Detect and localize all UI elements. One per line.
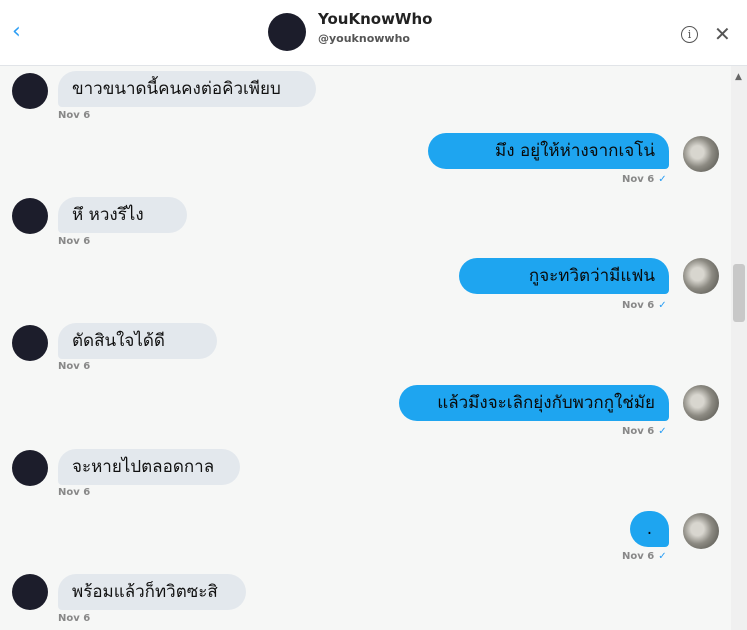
message-timestamp: Nov 6 ✓ <box>622 551 667 562</box>
received-message[interactable]: จะหายไปตลอดกาล <box>58 449 240 485</box>
sent-check-icon: ✓ <box>658 174 667 185</box>
message-timestamp: Nov 6 ✓ <box>622 300 667 311</box>
avatar[interactable] <box>12 198 48 234</box>
received-message[interactable]: ตัดสินใจได้ดี <box>58 323 217 359</box>
message-timestamp: Nov 6 <box>58 236 91 247</box>
avatar[interactable] <box>683 136 719 172</box>
avatar[interactable] <box>12 574 48 610</box>
message-timestamp: Nov 6 <box>58 110 91 121</box>
received-message[interactable]: ขาวขนาดนี้คนคงต่อคิวเพียบ <box>58 71 316 107</box>
scroll-thumb[interactable] <box>733 264 745 322</box>
chevron-left-icon[interactable]: ‹ <box>12 20 32 44</box>
contact-name[interactable]: YouKnowWho <box>318 10 432 28</box>
message-timestamp: Nov 6 ✓ <box>622 174 667 185</box>
message-timestamp: Nov 6 ✓ <box>622 426 667 437</box>
received-message[interactable]: พร้อมแล้วก็ทวิตซะสิ <box>58 574 246 610</box>
contact-handle: @youknowwho <box>318 32 410 45</box>
avatar[interactable] <box>12 325 48 361</box>
sent-check-icon: ✓ <box>658 551 667 562</box>
scrollbar[interactable]: ▲ <box>731 66 747 630</box>
avatar[interactable] <box>12 73 48 109</box>
received-message[interactable]: หึ หวงรึไง <box>58 197 187 233</box>
message-timestamp: Nov 6 <box>58 613 91 624</box>
sent-check-icon: ✓ <box>658 426 667 437</box>
info-icon[interactable]: i <box>681 26 698 43</box>
scroll-up-arrow-icon[interactable]: ▲ <box>735 72 742 82</box>
message-timestamp: Nov 6 <box>58 487 91 498</box>
sent-message[interactable]: . <box>630 511 669 547</box>
avatar[interactable] <box>683 385 719 421</box>
avatar[interactable] <box>683 258 719 294</box>
avatar[interactable] <box>683 513 719 549</box>
conversation-header: ‹ YouKnowWho @youknowwho i ✕ <box>0 0 747 66</box>
avatar[interactable] <box>268 13 306 51</box>
close-icon[interactable]: ✕ <box>714 22 731 46</box>
sent-message[interactable]: มึง อยู่ให้ห่างจากเจโน่ <box>428 133 669 169</box>
sent-message[interactable]: แล้วมึงจะเลิกยุ่งกับพวกกูใช่มัย <box>399 385 669 421</box>
sent-check-icon: ✓ <box>658 300 667 311</box>
avatar[interactable] <box>12 450 48 486</box>
message-timestamp: Nov 6 <box>58 361 91 372</box>
sent-message[interactable]: กูจะทวิตว่ามีแฟน <box>459 258 669 294</box>
